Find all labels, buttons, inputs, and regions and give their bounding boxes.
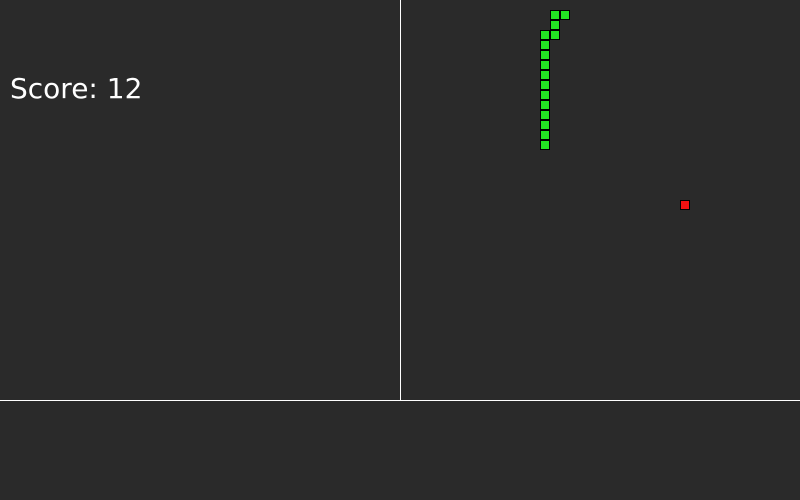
snake-segment: [540, 130, 550, 140]
game-screen: Score: 12: [0, 0, 800, 500]
snake-segment: [540, 120, 550, 130]
snake-segment: [540, 40, 550, 50]
snake-segment: [550, 10, 560, 20]
food-pellet: [680, 200, 690, 210]
snake-segment: [550, 20, 560, 30]
snake-segment: [540, 80, 550, 90]
snake-segment: [540, 110, 550, 120]
snake-segment: [540, 70, 550, 80]
bottom-panel: [0, 401, 800, 500]
snake-segment: [540, 90, 550, 100]
snake-segment: [540, 140, 550, 150]
snake-segment: [560, 10, 570, 20]
snake-segment: [540, 100, 550, 110]
snake-segment: [540, 60, 550, 70]
playfield[interactable]: [400, 0, 800, 400]
score-label: Score: 12: [10, 72, 143, 105]
snake-segment: [550, 30, 560, 40]
snake-segment: [540, 50, 550, 60]
snake-segment: [540, 30, 550, 40]
